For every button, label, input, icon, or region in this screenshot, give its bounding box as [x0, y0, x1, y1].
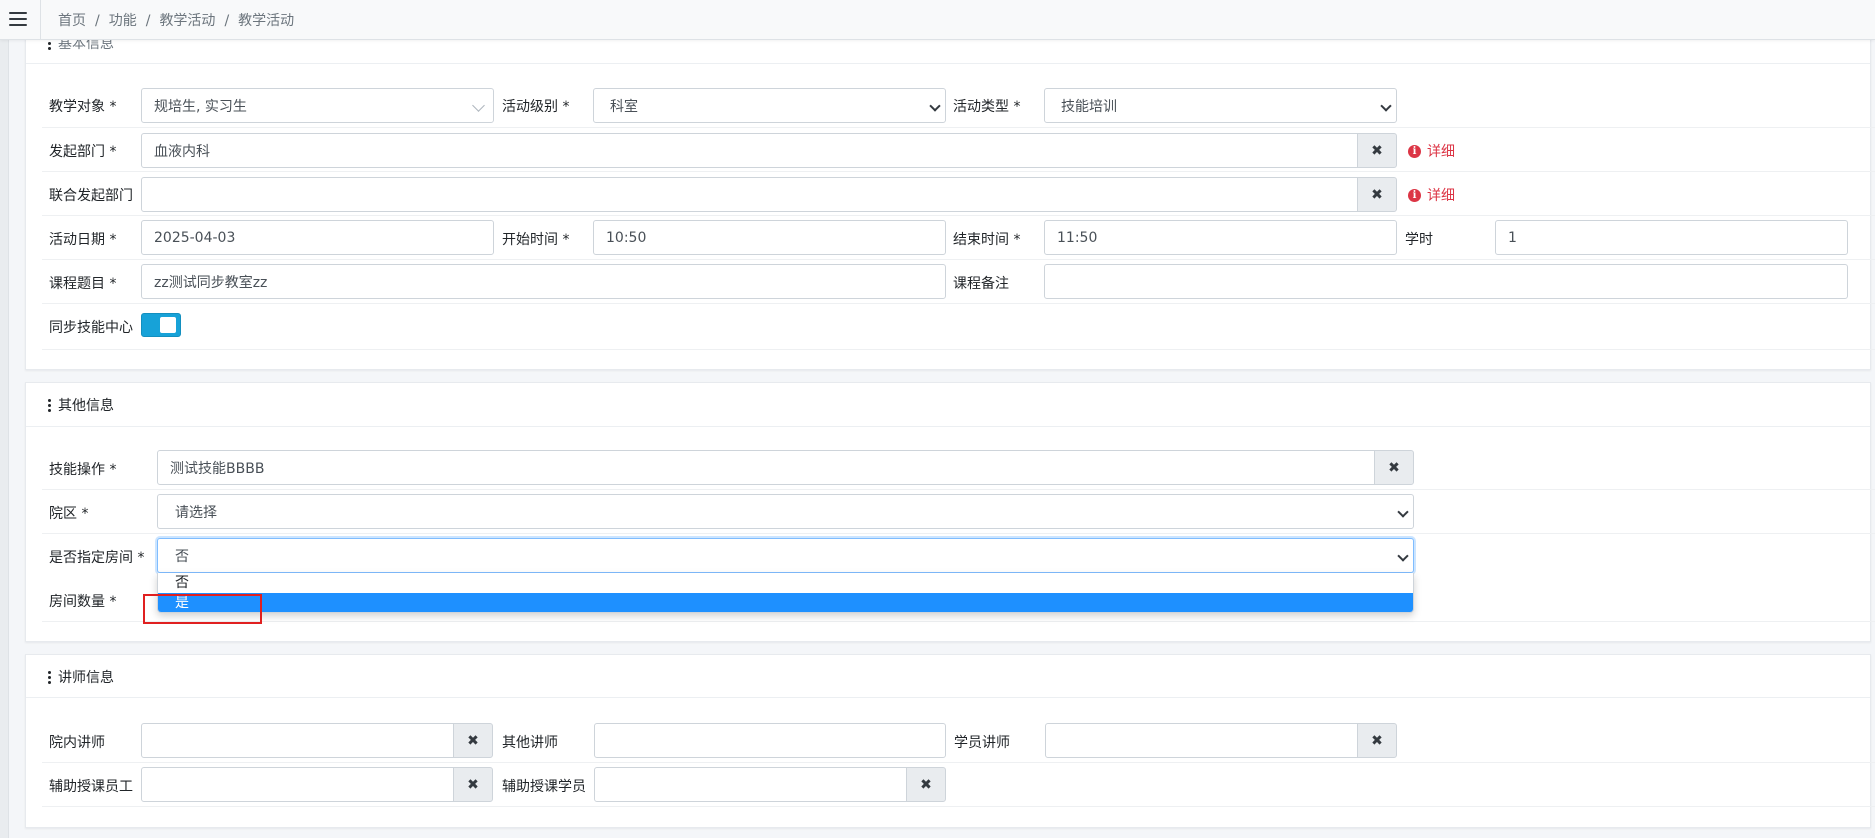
date-input[interactable]: 2025-04-03 [141, 220, 494, 255]
joint-dept-detail-link[interactable]: i 详细 [1408, 185, 1455, 205]
topbar-divider [40, 0, 41, 40]
other-teacher-label: 其他讲师 [502, 735, 558, 751]
student-teacher-input[interactable] [1045, 723, 1359, 758]
course-note-label: 课程备注 [953, 276, 1009, 292]
inner-teacher-input[interactable] [141, 723, 455, 758]
room-specify-dropdown: 否 是 [157, 573, 1414, 613]
skill-op-label: 技能操作 * [49, 462, 117, 478]
campus-label: 院区 * [49, 506, 89, 522]
campus-select[interactable]: 请选择 [157, 494, 1414, 529]
assist-staff-input[interactable] [141, 767, 455, 802]
breadcrumb-home[interactable]: 首页 [58, 13, 86, 29]
top-navbar: 首页 / 功能 / 教学活动 / 教学活动 [0, 0, 1875, 40]
assist-staff-label: 辅助授课员工 [49, 779, 133, 795]
start-time-label: 开始时间 * [502, 232, 570, 248]
breadcrumb-teaching[interactable]: 教学活动 [159, 13, 215, 29]
dept-clear-button[interactable]: ✖ [1357, 133, 1397, 168]
activity-level-label: 活动级别 * [502, 99, 570, 115]
option-no[interactable]: 否 [158, 573, 1413, 593]
course-note-input[interactable] [1044, 264, 1848, 299]
assist-student-input[interactable] [594, 767, 908, 802]
breadcrumb-current: 教学活动 [238, 13, 295, 29]
other-info-title: 其他信息 [48, 395, 114, 415]
student-teacher-clear-button[interactable]: ✖ [1357, 723, 1397, 758]
room-count-label: 房间数量 * [49, 594, 117, 610]
sync-skill-center-toggle[interactable] [141, 313, 181, 337]
menu-toggle-icon[interactable] [8, 9, 28, 29]
room-specify-label: 是否指定房间 * [49, 550, 145, 566]
activity-type-label: 活动类型 * [953, 99, 1021, 115]
inner-teacher-label: 院内讲师 [49, 735, 105, 751]
other-teacher-input[interactable] [594, 723, 946, 758]
end-time-input[interactable]: 11:50 [1044, 220, 1397, 255]
breadcrumb: 首页 / 功能 / 教学活动 / 教学活动 [58, 13, 295, 29]
option-yes[interactable]: 是 [158, 593, 1413, 612]
info-icon: i [1408, 188, 1421, 202]
breadcrumb-function[interactable]: 功能 [109, 13, 137, 29]
activity-type-select[interactable]: 技能培训 [1044, 88, 1397, 123]
course-label: 课程题目 * [49, 276, 117, 292]
hours-label: 学时 [1405, 232, 1433, 248]
dept-detail-link[interactable]: i 详细 [1408, 141, 1455, 161]
info-icon: i [1408, 144, 1421, 158]
teacher-info-title: 讲师信息 [48, 667, 114, 687]
assist-student-label: 辅助授课学员 [502, 779, 586, 795]
joint-dept-clear-button[interactable]: ✖ [1357, 177, 1397, 212]
course-input[interactable]: zz测试同步教室zz [141, 264, 946, 299]
teaching-target-label: 教学对象 * [49, 99, 117, 115]
student-teacher-label: 学员讲师 [954, 735, 1010, 751]
sync-skill-center-label: 同步技能中心 [49, 320, 133, 336]
activity-level-select[interactable]: 科室 [593, 88, 946, 123]
left-sidebar-strip [0, 0, 9, 838]
assist-student-clear-button[interactable]: ✖ [906, 767, 946, 802]
teaching-target-select[interactable]: 规培生, 实习生 [141, 88, 494, 123]
dept-label: 发起部门 * [49, 144, 117, 160]
skill-op-input[interactable]: 测试技能BBBB [157, 450, 1375, 485]
room-specify-select[interactable]: 否 [157, 538, 1414, 573]
start-time-input[interactable]: 10:50 [593, 220, 946, 255]
joint-dept-label: 联合发起部门 [49, 188, 133, 204]
dept-input[interactable]: 血液内科 [141, 133, 1359, 168]
highlight-box [143, 594, 262, 624]
end-time-label: 结束时间 * [953, 232, 1021, 248]
inner-teacher-clear-button[interactable]: ✖ [453, 723, 493, 758]
hours-input[interactable]: 1 [1495, 220, 1848, 255]
assist-staff-clear-button[interactable]: ✖ [453, 767, 493, 802]
joint-dept-input[interactable] [141, 177, 1359, 212]
skill-op-clear-button[interactable]: ✖ [1374, 450, 1414, 485]
date-label: 活动日期 * [49, 232, 117, 248]
